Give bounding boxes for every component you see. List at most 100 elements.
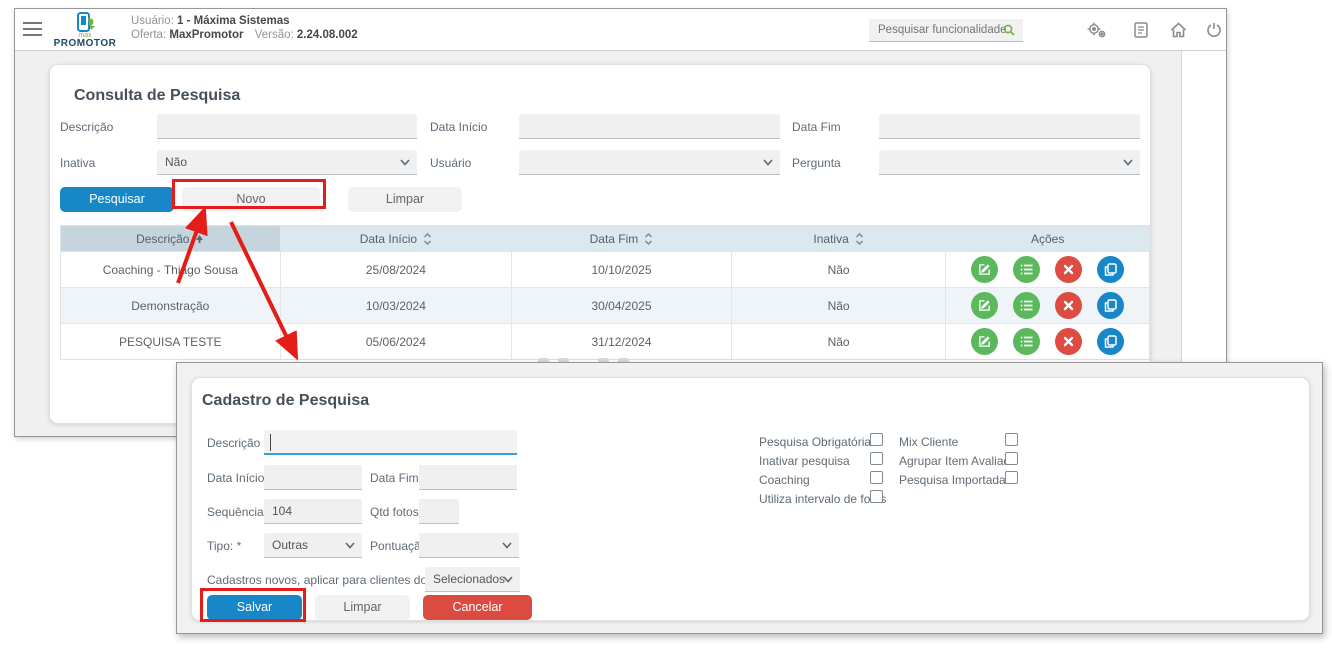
cell-data-fim: 10/10/2025: [512, 252, 732, 287]
ck-coaching[interactable]: [870, 471, 883, 484]
cell-descricao: Demonstração: [61, 288, 281, 323]
filter-pergunta-select[interactable]: [879, 150, 1140, 175]
column-header-inativa[interactable]: Inativa: [732, 226, 947, 251]
user-label: Usuário:: [131, 15, 174, 27]
cadastro-card: Cadastro de Pesquisa Descrição * Data In…: [191, 377, 1310, 621]
column-header-data-inicio[interactable]: Data Início: [281, 226, 513, 251]
annotation-box-salvar: [200, 588, 306, 622]
cad-sequencia-input[interactable]: 104: [264, 499, 362, 524]
cad-tipo-select[interactable]: Outras: [264, 533, 362, 558]
ck-pesquisa-importada-label: Pesquisa Importada: [899, 473, 1006, 487]
logo-promotor-text: PROMOTOR: [45, 38, 125, 49]
cad-descricao-label: Descrição *: [207, 436, 268, 450]
edit-button[interactable]: [971, 328, 998, 355]
home-icon[interactable]: [1170, 22, 1187, 43]
filter-inativa-select[interactable]: Não: [157, 150, 417, 175]
edit-button[interactable]: [971, 256, 998, 283]
offer-label: Oferta:: [131, 29, 166, 41]
hamburger-menu-icon[interactable]: [23, 22, 42, 36]
annotation-box-novo: [172, 179, 326, 209]
functionality-search: [869, 19, 1023, 42]
ck-utiliza-intervalo[interactable]: [870, 490, 883, 503]
list-items-button[interactable]: [1013, 328, 1040, 355]
text-cursor: [270, 434, 271, 451]
user-value: 1 - Máxima Sistemas: [177, 15, 290, 27]
delete-button[interactable]: [1055, 292, 1082, 319]
cad-pontuacao-select[interactable]: [419, 533, 519, 558]
cad-qtd-fotos-input[interactable]: [419, 499, 459, 524]
ck-inativar-pesquisa[interactable]: [870, 452, 883, 465]
list-items-button[interactable]: [1013, 256, 1040, 283]
settings-gears-icon[interactable]: [1087, 22, 1107, 43]
cad-data-fim-input[interactable]: [419, 465, 517, 490]
filter-inativa-label: Inativa: [60, 156, 95, 170]
pesquisa-table: Descrição Data Início Data Fim Inat: [60, 225, 1150, 360]
cad-cadastros-label: Cadastros novos, aplicar para clientes d…: [207, 573, 450, 587]
ck-agrupar-item-label: Agrupar Item Avaliado: [899, 454, 1017, 468]
cell-data-fim: 30/04/2025: [512, 288, 732, 323]
cad-descricao-input[interactable]: [264, 430, 517, 455]
ck-inativar-pesquisa-label: Inativar pesquisa: [759, 454, 850, 468]
cad-limpar-button[interactable]: Limpar: [315, 595, 410, 620]
pesquisar-button[interactable]: Pesquisar: [60, 187, 174, 212]
cell-data-inicio: 05/06/2024: [281, 324, 513, 359]
chevron-down-icon: [400, 159, 410, 166]
cad-cadastros-select[interactable]: Selecionados: [425, 567, 520, 592]
delete-button[interactable]: [1055, 328, 1082, 355]
ck-agrupar-item[interactable]: [1005, 452, 1018, 465]
ck-pesquisa-obrigatoria[interactable]: [870, 433, 883, 446]
app-logo[interactable]: max PROMOTOR: [45, 11, 125, 49]
filter-usuario-label: Usuário: [430, 156, 471, 170]
cell-descricao: Coaching - Thiago Sousa: [61, 252, 281, 287]
search-icon[interactable]: [1003, 24, 1015, 36]
search-input[interactable]: [869, 19, 1006, 40]
ck-mix-cliente[interactable]: [1005, 433, 1018, 446]
cell-descricao: PESQUISA TESTE: [61, 324, 281, 359]
cell-data-inicio: 25/08/2024: [281, 252, 513, 287]
version-label: Versão:: [255, 29, 294, 41]
edit-button[interactable]: [971, 292, 998, 319]
filter-descricao-label: Descrição: [60, 120, 113, 134]
delete-button[interactable]: [1055, 256, 1082, 283]
table-header-row: Descrição Data Início Data Fim Inat: [61, 226, 1149, 251]
filter-descricao-input[interactable]: [157, 114, 417, 139]
filter-data-fim-input[interactable]: [879, 114, 1140, 139]
ck-pesquisa-importada[interactable]: [1005, 471, 1018, 484]
offer-value: MaxPromotor: [169, 29, 243, 41]
user-info-line: Usuário: 1 - Máxima Sistemas: [131, 15, 358, 27]
copy-button[interactable]: [1097, 328, 1124, 355]
sort-both-icon: [423, 233, 432, 245]
cancelar-button[interactable]: Cancelar: [423, 595, 532, 620]
list-items-button[interactable]: [1013, 292, 1040, 319]
app-header: max PROMOTOR Usuário: 1 - Máxima Sistema…: [15, 9, 1226, 51]
offer-version-line: Oferta: MaxPromotor Versão: 2.24.08.002: [131, 29, 358, 41]
ck-mix-cliente-label: Mix Cliente: [899, 435, 958, 449]
table-row[interactable]: Coaching - Thiago Sousa 25/08/2024 10/10…: [61, 251, 1149, 287]
power-icon[interactable]: [1206, 22, 1222, 43]
cell-inativa: Não: [732, 288, 947, 323]
promotor-phone-icon: [72, 12, 98, 33]
cad-qtd-fotos-label: Qtd fotos: [370, 505, 419, 519]
filter-usuario-select[interactable]: [519, 150, 780, 175]
copy-button[interactable]: [1097, 292, 1124, 319]
table-row[interactable]: PESQUISA TESTE 05/06/2024 31/12/2024 Não: [61, 323, 1149, 359]
column-header-data-fim[interactable]: Data Fim: [512, 226, 732, 251]
cad-data-inicio-input[interactable]: [264, 465, 362, 490]
chevron-down-icon: [345, 542, 355, 549]
filter-pergunta-label: Pergunta: [792, 156, 841, 170]
cell-inativa: Não: [732, 252, 947, 287]
cad-sequencia-label: Sequência *: [207, 505, 272, 519]
screenshot-root: max PROMOTOR Usuário: 1 - Máxima Sistema…: [0, 0, 1332, 655]
copy-button[interactable]: [1097, 256, 1124, 283]
document-icon[interactable]: [1134, 22, 1148, 43]
chevron-down-icon: [502, 542, 512, 549]
chevron-down-icon: [503, 576, 513, 583]
table-row[interactable]: Demonstração 10/03/2024 30/04/2025 Não: [61, 287, 1149, 323]
cell-data-fim: 31/12/2024: [512, 324, 732, 359]
limpar-button[interactable]: Limpar: [348, 187, 462, 212]
cad-data-inicio-label: Data Início *: [207, 471, 272, 485]
cell-inativa: Não: [732, 324, 947, 359]
cell-data-inicio: 10/03/2024: [281, 288, 513, 323]
column-header-descricao[interactable]: Descrição: [61, 226, 281, 251]
filter-data-inicio-input[interactable]: [519, 114, 780, 139]
